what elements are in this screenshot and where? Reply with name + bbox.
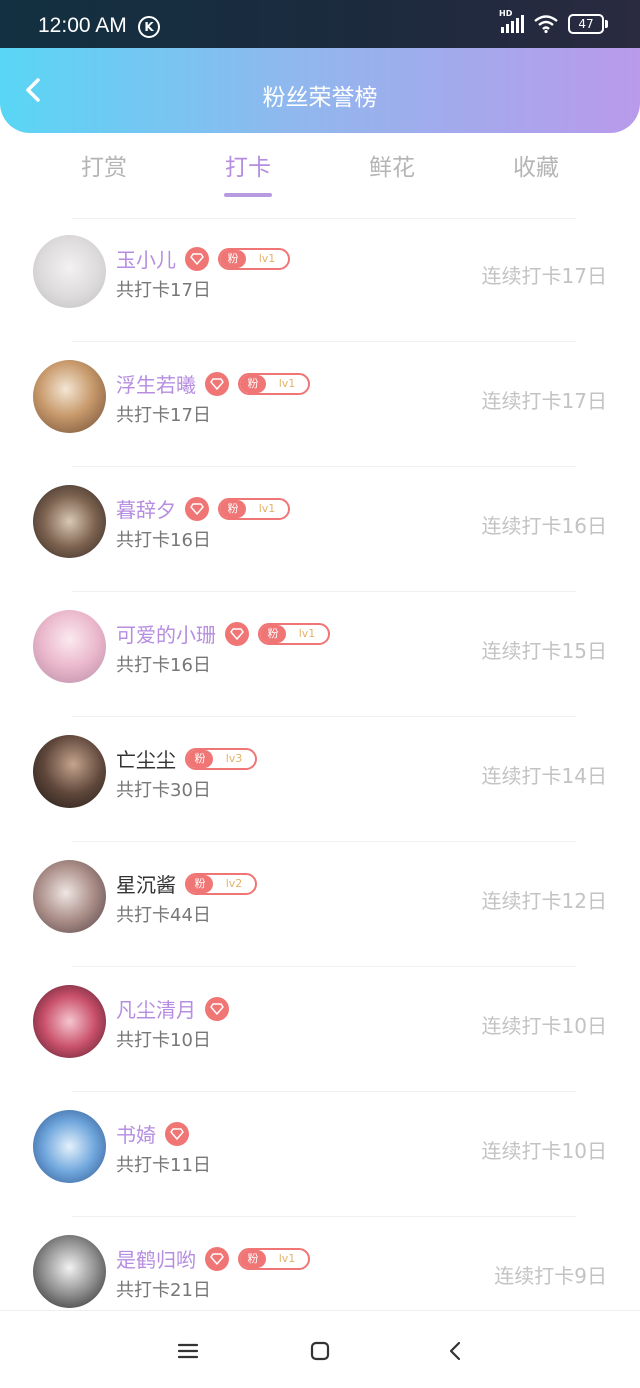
list-item[interactable]: 凡尘清月 共打卡10日 连续打卡10日 [0, 968, 640, 1092]
streak-text: 连续打卡17日 [481, 264, 607, 288]
total-checkins: 共打卡30日 [116, 780, 211, 801]
list-item[interactable]: 可爱的小珊 粉 lv1 共打卡16日 连续打卡15日 [0, 593, 640, 717]
list-item[interactable]: 浮生若曦 粉 lv1 共打卡17日 连续打卡17日 [0, 343, 640, 467]
hd-label: HD [499, 9, 513, 18]
fan-level-badge: 粉 lv1 [258, 622, 330, 645]
total-checkins: 共打卡10日 [116, 1030, 211, 1051]
fan-level-badge: 粉 lv2 [185, 872, 257, 895]
diamond-icon [185, 496, 209, 521]
total-checkins: 共打卡16日 [116, 530, 211, 551]
streak-text: 连续打卡17日 [481, 389, 607, 413]
fan-level-badge: 粉 lv1 [218, 247, 290, 270]
total-checkins: 共打卡17日 [116, 280, 211, 301]
fan-level-badge: 粉 lv1 [238, 372, 310, 395]
k-icon: K [138, 16, 160, 38]
diamond-icon [205, 371, 229, 396]
avatar[interactable] [33, 985, 106, 1058]
avatar[interactable] [33, 860, 106, 933]
back-nav-icon[interactable] [444, 1339, 468, 1363]
avatar[interactable] [33, 235, 106, 308]
menu-icon[interactable] [176, 1339, 200, 1363]
total-checkins: 共打卡44日 [116, 905, 211, 926]
page-title: 粉丝荣誉榜 [262, 85, 378, 111]
fan-name: 星沉酱 [116, 873, 176, 897]
status-bar: 12:00 AM K HD 47 [0, 0, 640, 48]
streak-text: 连续打卡10日 [481, 1014, 607, 1038]
fan-level-badge: 粉 lv1 [218, 497, 290, 520]
avatar[interactable] [33, 735, 106, 808]
fan-name: 可爱的小珊 [116, 623, 216, 647]
avatar[interactable] [33, 610, 106, 683]
total-checkins: 共打卡11日 [116, 1155, 211, 1176]
fan-level-badge: 粉 lv3 [185, 747, 257, 770]
total-checkins: 共打卡16日 [116, 655, 211, 676]
diamond-icon [165, 1121, 189, 1146]
wifi-icon [534, 15, 558, 33]
streak-text: 连续打卡15日 [481, 639, 607, 663]
total-checkins: 共打卡17日 [116, 405, 211, 426]
status-time: 12:00 AM [38, 14, 127, 37]
fan-name: 亡尘尘 [116, 748, 176, 772]
diamond-icon [185, 246, 209, 271]
avatar[interactable] [33, 1235, 106, 1308]
list-item[interactable]: 暮辞夕 粉 lv1 共打卡16日 连续打卡16日 [0, 468, 640, 592]
diamond-icon [205, 996, 229, 1021]
home-icon[interactable] [308, 1339, 332, 1363]
avatar[interactable] [33, 360, 106, 433]
fan-name: 书婍 [116, 1123, 156, 1147]
status-icons: HD 47 [499, 9, 608, 34]
fan-name: 玉小儿 [116, 248, 176, 272]
list-item[interactable]: 玉小儿 粉 lv1 共打卡17日 连续打卡17日 [0, 218, 640, 342]
active-tab-indicator [224, 193, 272, 197]
streak-text: 连续打卡12日 [481, 889, 607, 913]
battery-icon: 47 [568, 14, 608, 34]
streak-text: 连续打卡9日 [494, 1264, 607, 1288]
tab-bar: 打赏 打卡 鲜花 收藏 [0, 148, 640, 208]
tab-reward[interactable]: 打赏 [54, 148, 154, 182]
list-item[interactable]: 星沉酱 粉 lv2 共打卡44日 连续打卡12日 [0, 843, 640, 967]
streak-text: 连续打卡14日 [481, 764, 607, 788]
fan-level-badge: 粉 lv1 [238, 1247, 310, 1270]
tab-checkin[interactable]: 打卡 [198, 148, 298, 182]
list-item[interactable]: 亡尘尘 粉 lv3 共打卡30日 连续打卡14日 [0, 718, 640, 842]
avatar[interactable] [33, 485, 106, 558]
fan-name: 浮生若曦 [116, 373, 196, 397]
streak-text: 连续打卡10日 [481, 1139, 607, 1163]
fan-name: 凡尘清月 [116, 998, 196, 1022]
signal-icon: HD [499, 9, 524, 33]
tab-favorites[interactable]: 收藏 [486, 148, 586, 182]
list-item[interactable]: 书婍 共打卡11日 连续打卡10日 [0, 1093, 640, 1217]
total-checkins: 共打卡21日 [116, 1280, 211, 1301]
fan-name: 暮辞夕 [116, 498, 176, 522]
diamond-icon [205, 1246, 229, 1271]
avatar[interactable] [33, 1110, 106, 1183]
diamond-icon [225, 621, 249, 646]
tab-flowers[interactable]: 鲜花 [342, 148, 442, 182]
system-nav-bar [0, 1310, 640, 1388]
fan-name: 是鹤归哟 [116, 1248, 196, 1272]
header: 粉丝荣誉榜 [0, 48, 640, 133]
streak-text: 连续打卡16日 [481, 514, 607, 538]
